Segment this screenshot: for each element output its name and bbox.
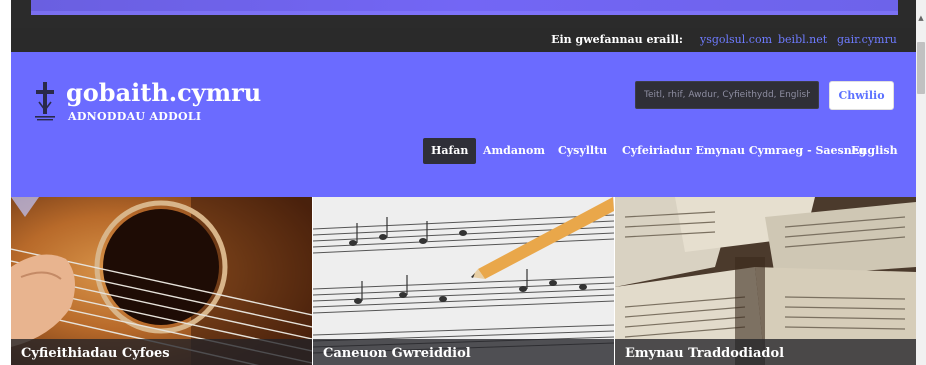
tile-caption: Caneuon Gwreiddiol <box>313 339 614 365</box>
tile-caption: Emynau Traddodiadol <box>615 339 916 365</box>
site-header: gobaith.cymru ADNODDAU ADDOLI Chwilio Ha… <box>11 52 916 197</box>
nav-hafan[interactable]: Hafan <box>423 138 477 164</box>
top-bar: Ein gwefannau eraill: ysgolsul.com beibl… <box>11 28 916 52</box>
nav-cysylltu[interactable]: Cysylltu <box>558 138 607 164</box>
site-title[interactable]: gobaith.cymru <box>66 78 261 107</box>
search-input[interactable] <box>635 81 819 109</box>
scrollbar-thumb[interactable] <box>917 42 925 94</box>
scrollbar[interactable]: ▲ <box>916 0 926 365</box>
link-ysgolsul[interactable]: ysgolsul.com <box>700 33 772 46</box>
nav-english[interactable]: English <box>851 138 898 164</box>
page: Ein gwefannau eraill: ysgolsul.com beibl… <box>0 0 916 365</box>
scroll-up-arrow-icon[interactable]: ▲ <box>917 14 925 22</box>
hero-banner <box>11 0 916 28</box>
hero-banner-image <box>31 0 898 15</box>
tile-caption: Cyfieithiadau Cyfoes <box>11 339 312 365</box>
tile-title: Cyfieithiadau Cyfoes <box>21 346 170 361</box>
link-gair[interactable]: gair.cymru <box>837 33 897 46</box>
search-button[interactable]: Chwilio <box>829 81 894 110</box>
tile-title: Emynau Traddodiadol <box>625 346 785 361</box>
tile-title: Caneuon Gwreiddiol <box>323 346 471 361</box>
link-beibl[interactable]: beibl.net <box>778 33 827 46</box>
nav-directory[interactable]: Cyfeiriadur Emynau Cymraeg - Saesneg <box>622 138 866 164</box>
other-sites-label: Ein gwefannau eraill: <box>551 33 683 46</box>
cross-icon <box>35 82 55 121</box>
site-subtitle: ADNODDAU ADDOLI <box>68 110 202 123</box>
nav-amdanom[interactable]: Amdanom <box>483 138 545 164</box>
tile-caneuon-gwreiddiol[interactable]: Caneuon Gwreiddiol <box>313 197 614 365</box>
tile-emynau-traddodiadol[interactable]: Emynau Traddodiadol <box>615 197 916 365</box>
tile-cyfieithiadau-cyfoes[interactable]: Cyfieithiadau Cyfoes <box>11 197 312 365</box>
